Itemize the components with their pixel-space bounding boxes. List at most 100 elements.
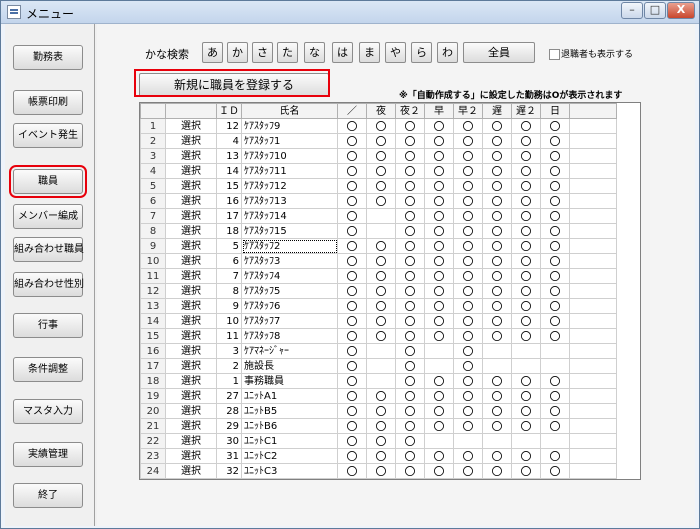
- header-night2[interactable]: 夜２: [395, 103, 425, 119]
- shift-mark-cell[interactable]: 〇: [482, 253, 512, 269]
- shift-mark-cell[interactable]: 〇: [482, 148, 512, 164]
- shift-mark-cell[interactable]: 〇: [453, 373, 483, 389]
- shift-mark-cell[interactable]: 〇: [366, 268, 396, 284]
- name-cell[interactable]: ｹｱｽﾀｯﾌ3: [241, 253, 338, 269]
- shift-mark-cell[interactable]: 〇: [540, 328, 570, 344]
- all-staff-button[interactable]: 全員: [463, 42, 535, 63]
- select-cell[interactable]: 選択: [165, 193, 217, 209]
- shift-mark-cell[interactable]: 〇: [540, 163, 570, 179]
- show-retired-checkbox[interactable]: [549, 49, 560, 60]
- shift-mark-cell[interactable]: 〇: [511, 373, 541, 389]
- shift-mark-cell[interactable]: 〇: [511, 253, 541, 269]
- sidebar-button-event[interactable]: イベント発生: [13, 123, 83, 148]
- shift-mark-cell[interactable]: 〇: [395, 268, 425, 284]
- table-row[interactable]: 13 選択 9 ｹｱｽﾀｯﾌ6 〇〇〇〇〇〇〇〇: [140, 298, 617, 314]
- shift-mark-cell[interactable]: 〇: [511, 178, 541, 194]
- table-row[interactable]: 16 選択 3 ｹｱﾏﾈｰｼﾞｬｰ〇〇〇: [140, 343, 617, 359]
- table-row[interactable]: 21 選択 29 ﾕﾆｯﾄB6 〇〇〇〇〇〇〇〇: [140, 418, 617, 434]
- shift-mark-cell[interactable]: 〇: [540, 298, 570, 314]
- shift-mark-cell[interactable]: 〇: [337, 328, 367, 344]
- sidebar-button-conditions[interactable]: 条件調整: [13, 357, 83, 382]
- shift-mark-cell[interactable]: 〇: [424, 328, 454, 344]
- sidebar-button-exit[interactable]: 終了: [13, 483, 83, 508]
- select-cell[interactable]: 選択: [165, 358, 217, 374]
- shift-mark-cell[interactable]: 〇: [337, 373, 367, 389]
- shift-mark-cell[interactable]: [424, 433, 454, 449]
- header-early2[interactable]: 早２: [453, 103, 483, 119]
- select-cell[interactable]: 選択: [165, 178, 217, 194]
- shift-mark-cell[interactable]: 〇: [540, 418, 570, 434]
- name-cell[interactable]: ｹｱｽﾀｯﾌ5: [241, 283, 338, 299]
- select-cell[interactable]: 選択: [165, 208, 217, 224]
- shift-mark-cell[interactable]: 〇: [453, 313, 483, 329]
- shift-mark-cell[interactable]: 〇: [395, 283, 425, 299]
- shift-mark-cell[interactable]: 〇: [540, 403, 570, 419]
- shift-mark-cell[interactable]: 〇: [424, 148, 454, 164]
- shift-mark-cell[interactable]: 〇: [366, 163, 396, 179]
- shift-mark-cell[interactable]: 〇: [511, 403, 541, 419]
- sidebar-button-print[interactable]: 帳票印刷: [13, 90, 83, 115]
- shift-mark-cell[interactable]: 〇: [453, 223, 483, 239]
- shift-mark-cell[interactable]: 〇: [511, 133, 541, 149]
- select-cell[interactable]: 選択: [165, 223, 217, 239]
- shift-mark-cell[interactable]: 〇: [337, 343, 367, 359]
- shift-mark-cell[interactable]: 〇: [424, 388, 454, 404]
- shift-mark-cell[interactable]: [540, 358, 570, 374]
- select-cell[interactable]: 選択: [165, 448, 217, 464]
- shift-mark-cell[interactable]: 〇: [540, 253, 570, 269]
- shift-mark-cell[interactable]: 〇: [482, 238, 512, 254]
- name-cell[interactable]: ﾕﾆｯﾄC3: [241, 463, 338, 479]
- sidebar-button-staff[interactable]: 職員: [9, 165, 87, 198]
- shift-mark-cell[interactable]: 〇: [395, 298, 425, 314]
- shift-mark-cell[interactable]: 〇: [395, 178, 425, 194]
- shift-mark-cell[interactable]: [366, 208, 396, 224]
- name-cell[interactable]: ﾕﾆｯﾄB5: [241, 403, 338, 419]
- shift-mark-cell[interactable]: 〇: [453, 118, 483, 134]
- shift-mark-cell[interactable]: 〇: [453, 133, 483, 149]
- shift-mark-cell[interactable]: 〇: [482, 163, 512, 179]
- shift-mark-cell[interactable]: [424, 358, 454, 374]
- shift-mark-cell[interactable]: 〇: [482, 283, 512, 299]
- kana-button-wa[interactable]: わ: [437, 42, 458, 63]
- shift-mark-cell[interactable]: 〇: [366, 253, 396, 269]
- sidebar-button-records[interactable]: 実績管理: [13, 442, 83, 467]
- shift-mark-cell[interactable]: 〇: [511, 193, 541, 209]
- shift-mark-cell[interactable]: 〇: [511, 283, 541, 299]
- select-cell[interactable]: 選択: [165, 343, 217, 359]
- table-row[interactable]: 20 選択 28 ﾕﾆｯﾄB5 〇〇〇〇〇〇〇〇: [140, 403, 617, 419]
- name-cell[interactable]: ｹｱｽﾀｯﾌ7: [241, 313, 338, 329]
- shift-mark-cell[interactable]: 〇: [395, 223, 425, 239]
- kana-button-na[interactable]: な: [304, 42, 325, 63]
- name-cell[interactable]: ｹｱｽﾀｯﾌ10: [241, 148, 338, 164]
- shift-mark-cell[interactable]: 〇: [337, 283, 367, 299]
- shift-mark-cell[interactable]: 〇: [482, 373, 512, 389]
- shift-mark-cell[interactable]: 〇: [453, 238, 483, 254]
- shift-mark-cell[interactable]: 〇: [366, 313, 396, 329]
- shift-mark-cell[interactable]: 〇: [395, 328, 425, 344]
- shift-mark-cell[interactable]: 〇: [540, 148, 570, 164]
- shift-mark-cell[interactable]: 〇: [424, 283, 454, 299]
- shift-mark-cell[interactable]: 〇: [395, 148, 425, 164]
- shift-mark-cell[interactable]: 〇: [511, 268, 541, 284]
- shift-mark-cell[interactable]: 〇: [337, 448, 367, 464]
- shift-mark-cell[interactable]: 〇: [482, 388, 512, 404]
- shift-mark-cell[interactable]: 〇: [482, 448, 512, 464]
- shift-mark-cell[interactable]: 〇: [366, 238, 396, 254]
- shift-mark-cell[interactable]: 〇: [511, 238, 541, 254]
- new-staff-button[interactable]: 新規に職員を登録する: [139, 73, 329, 97]
- header-name[interactable]: 氏名: [241, 103, 338, 119]
- table-row[interactable]: 18 選択 1 事務職員〇〇〇〇〇〇〇: [140, 373, 617, 389]
- name-cell[interactable]: ｹｱﾏﾈｰｼﾞｬｰ: [241, 343, 338, 359]
- shift-mark-cell[interactable]: 〇: [511, 208, 541, 224]
- table-row[interactable]: 24 選択 32 ﾕﾆｯﾄC3 〇〇〇〇〇〇〇〇: [140, 463, 617, 479]
- shift-mark-cell[interactable]: 〇: [424, 298, 454, 314]
- shift-mark-cell[interactable]: 〇: [511, 328, 541, 344]
- shift-mark-cell[interactable]: 〇: [511, 448, 541, 464]
- shift-mark-cell[interactable]: 〇: [453, 193, 483, 209]
- shift-mark-cell[interactable]: 〇: [453, 283, 483, 299]
- name-cell[interactable]: ﾕﾆｯﾄC2: [241, 448, 338, 464]
- shift-mark-cell[interactable]: 〇: [453, 298, 483, 314]
- shift-mark-cell[interactable]: 〇: [366, 388, 396, 404]
- shift-mark-cell[interactable]: 〇: [453, 358, 483, 374]
- table-row[interactable]: 6 選択 16 ｹｱｽﾀｯﾌ13 〇〇〇〇〇〇〇〇: [140, 193, 617, 209]
